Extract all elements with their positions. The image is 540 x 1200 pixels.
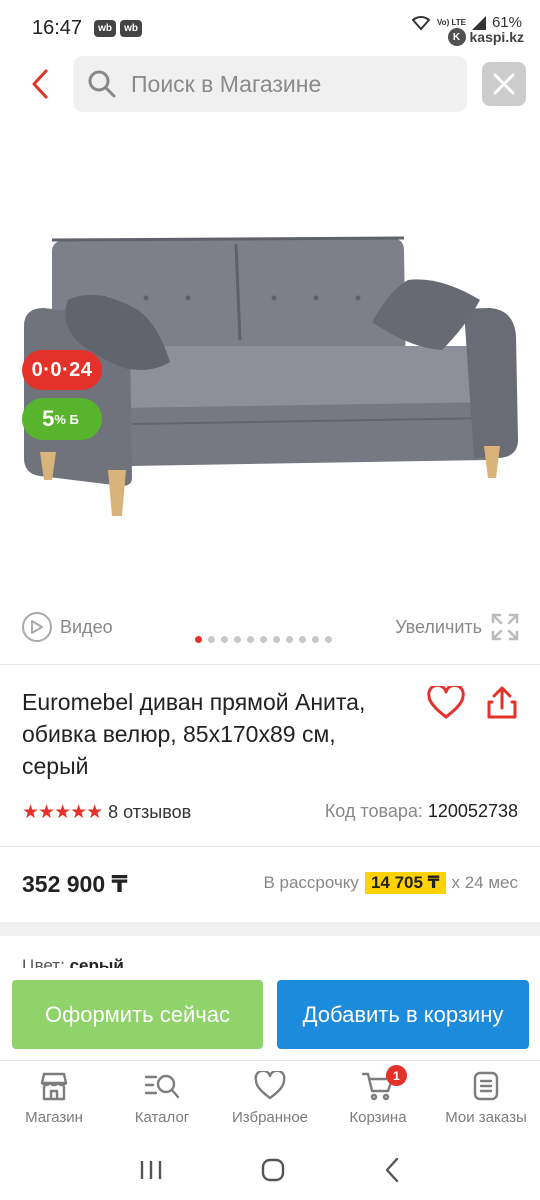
- heart-icon: [254, 1071, 286, 1100]
- catalog-search-icon: [144, 1074, 180, 1099]
- wifi-icon: [411, 15, 431, 31]
- zoom-label: Увеличить: [395, 616, 482, 637]
- add-to-favorites-button[interactable]: [426, 684, 466, 722]
- carousel-dot[interactable]: [221, 636, 228, 643]
- home-icon[interactable]: [260, 1157, 286, 1183]
- installment-prefix: В рассрочку: [263, 873, 359, 892]
- price-row: 352 900 ₸ В рассрочку 14 705 ₸ х 24 мес: [22, 866, 518, 902]
- sku-value: 120052738: [427, 801, 518, 821]
- wb-app-icon: wb: [94, 19, 117, 37]
- installment-badge: 0·0·24: [22, 350, 102, 390]
- heart-icon: [427, 686, 465, 719]
- back-nav-icon[interactable]: [383, 1157, 401, 1183]
- watermark-text: kaspi.kz: [469, 29, 524, 45]
- carousel-dot[interactable]: [195, 636, 202, 643]
- carousel-dot[interactable]: [273, 636, 280, 643]
- add-to-cart-button[interactable]: Добавить в корзину: [277, 980, 529, 1049]
- installment-term: х 24 мес: [451, 873, 519, 892]
- product-image[interactable]: 0·0·24 5% Б: [0, 140, 540, 590]
- carousel-dots[interactable]: [195, 636, 332, 643]
- video-button[interactable]: Видео: [22, 612, 113, 642]
- divider: [0, 846, 540, 847]
- color-label: Цвет:: [22, 956, 65, 968]
- system-navigation-bar: [0, 1140, 540, 1200]
- recent-apps-icon[interactable]: [139, 1159, 163, 1181]
- color-value: серый: [69, 956, 124, 968]
- video-label: Видео: [60, 616, 113, 637]
- status-time: 16:47: [32, 16, 83, 39]
- expand-icon: [491, 613, 519, 641]
- cart-count-badge: 1: [386, 1065, 407, 1086]
- bonus-unit: % Б: [54, 411, 79, 427]
- installment-info[interactable]: В рассрочку 14 705 ₸ х 24 мес: [263, 872, 518, 894]
- product-title: Euromebel диван прямой Анита, обивка вел…: [22, 689, 366, 779]
- network-type: Vo) LTE: [436, 18, 466, 27]
- share-button[interactable]: [482, 684, 522, 722]
- carousel-dot[interactable]: [299, 636, 306, 643]
- bonus-percent: 5: [42, 406, 55, 431]
- divider: [0, 664, 540, 665]
- wb-app-icon: wb: [120, 19, 143, 37]
- kaspi-logo-icon: K: [447, 28, 466, 46]
- nav-item-cart[interactable]: 1 Корзина: [324, 1061, 432, 1140]
- carousel-dot[interactable]: [234, 636, 241, 643]
- carousel-dot[interactable]: [260, 636, 267, 643]
- nav-item-favorites[interactable]: Избранное: [216, 1061, 324, 1140]
- search-icon: [88, 70, 116, 98]
- sku-label: Код товара:: [324, 801, 423, 821]
- buy-now-button[interactable]: Оформить сейчас: [12, 980, 263, 1049]
- carousel-dot[interactable]: [208, 636, 215, 643]
- product-price: 352 900 ₸: [22, 870, 128, 897]
- rating-stars-icon: ★★★★★: [22, 801, 103, 823]
- share-icon: [487, 686, 517, 719]
- top-bar: Поиск в Магазине: [0, 56, 540, 112]
- nav-label: Избранное: [231, 1109, 309, 1126]
- color-option[interactable]: Цвет: серый: [22, 956, 124, 968]
- nav-item-shop[interactable]: Магазин: [0, 1061, 108, 1140]
- product-code: Код товара: 120052738: [325, 801, 518, 822]
- back-button[interactable]: [22, 66, 58, 102]
- carousel-dot[interactable]: [247, 636, 254, 643]
- status-bar: 16:47 wb wb Vo) LTE 61% K kaspi.kz: [0, 0, 540, 56]
- carousel-dot[interactable]: [312, 636, 319, 643]
- search-field[interactable]: Поиск в Магазине: [73, 56, 467, 112]
- installment-amount: 14 705 ₸: [364, 872, 446, 894]
- play-icon: [22, 612, 52, 642]
- reviews-link[interactable]: 8 отзывов: [108, 802, 191, 823]
- chevron-left-icon: [32, 69, 48, 99]
- zoom-button[interactable]: Увеличить: [395, 612, 520, 642]
- bonus-badge: 5% Б: [22, 398, 102, 440]
- search-placeholder: Поиск в Магазине: [131, 70, 322, 97]
- orders-icon: [473, 1071, 499, 1101]
- close-icon: [493, 73, 515, 95]
- close-search-button[interactable]: [482, 62, 526, 106]
- media-controls: Видео Увеличить: [0, 610, 540, 646]
- nav-label: Корзина: [349, 1109, 407, 1126]
- nav-label: Каталог: [134, 1109, 190, 1126]
- kaspi-watermark: K kaspi.kz: [447, 28, 524, 46]
- shop-icon: [40, 1072, 68, 1101]
- bottom-navigation: Магазин Каталог Избранное 1 Корзина Мои …: [0, 1060, 540, 1140]
- nav-label: Магазин: [25, 1109, 83, 1126]
- section-separator: [0, 922, 540, 936]
- rating-row: ★★★★★ 8 отзывов Код товара: 120052738: [22, 800, 518, 824]
- carousel-dot[interactable]: [286, 636, 293, 643]
- nav-item-catalog[interactable]: Каталог: [108, 1061, 216, 1140]
- notification-icons: wb wb: [90, 19, 143, 37]
- carousel-dot[interactable]: [325, 636, 332, 643]
- nav-label: Мои заказы: [445, 1109, 527, 1126]
- nav-item-orders[interactable]: Мои заказы: [432, 1061, 540, 1140]
